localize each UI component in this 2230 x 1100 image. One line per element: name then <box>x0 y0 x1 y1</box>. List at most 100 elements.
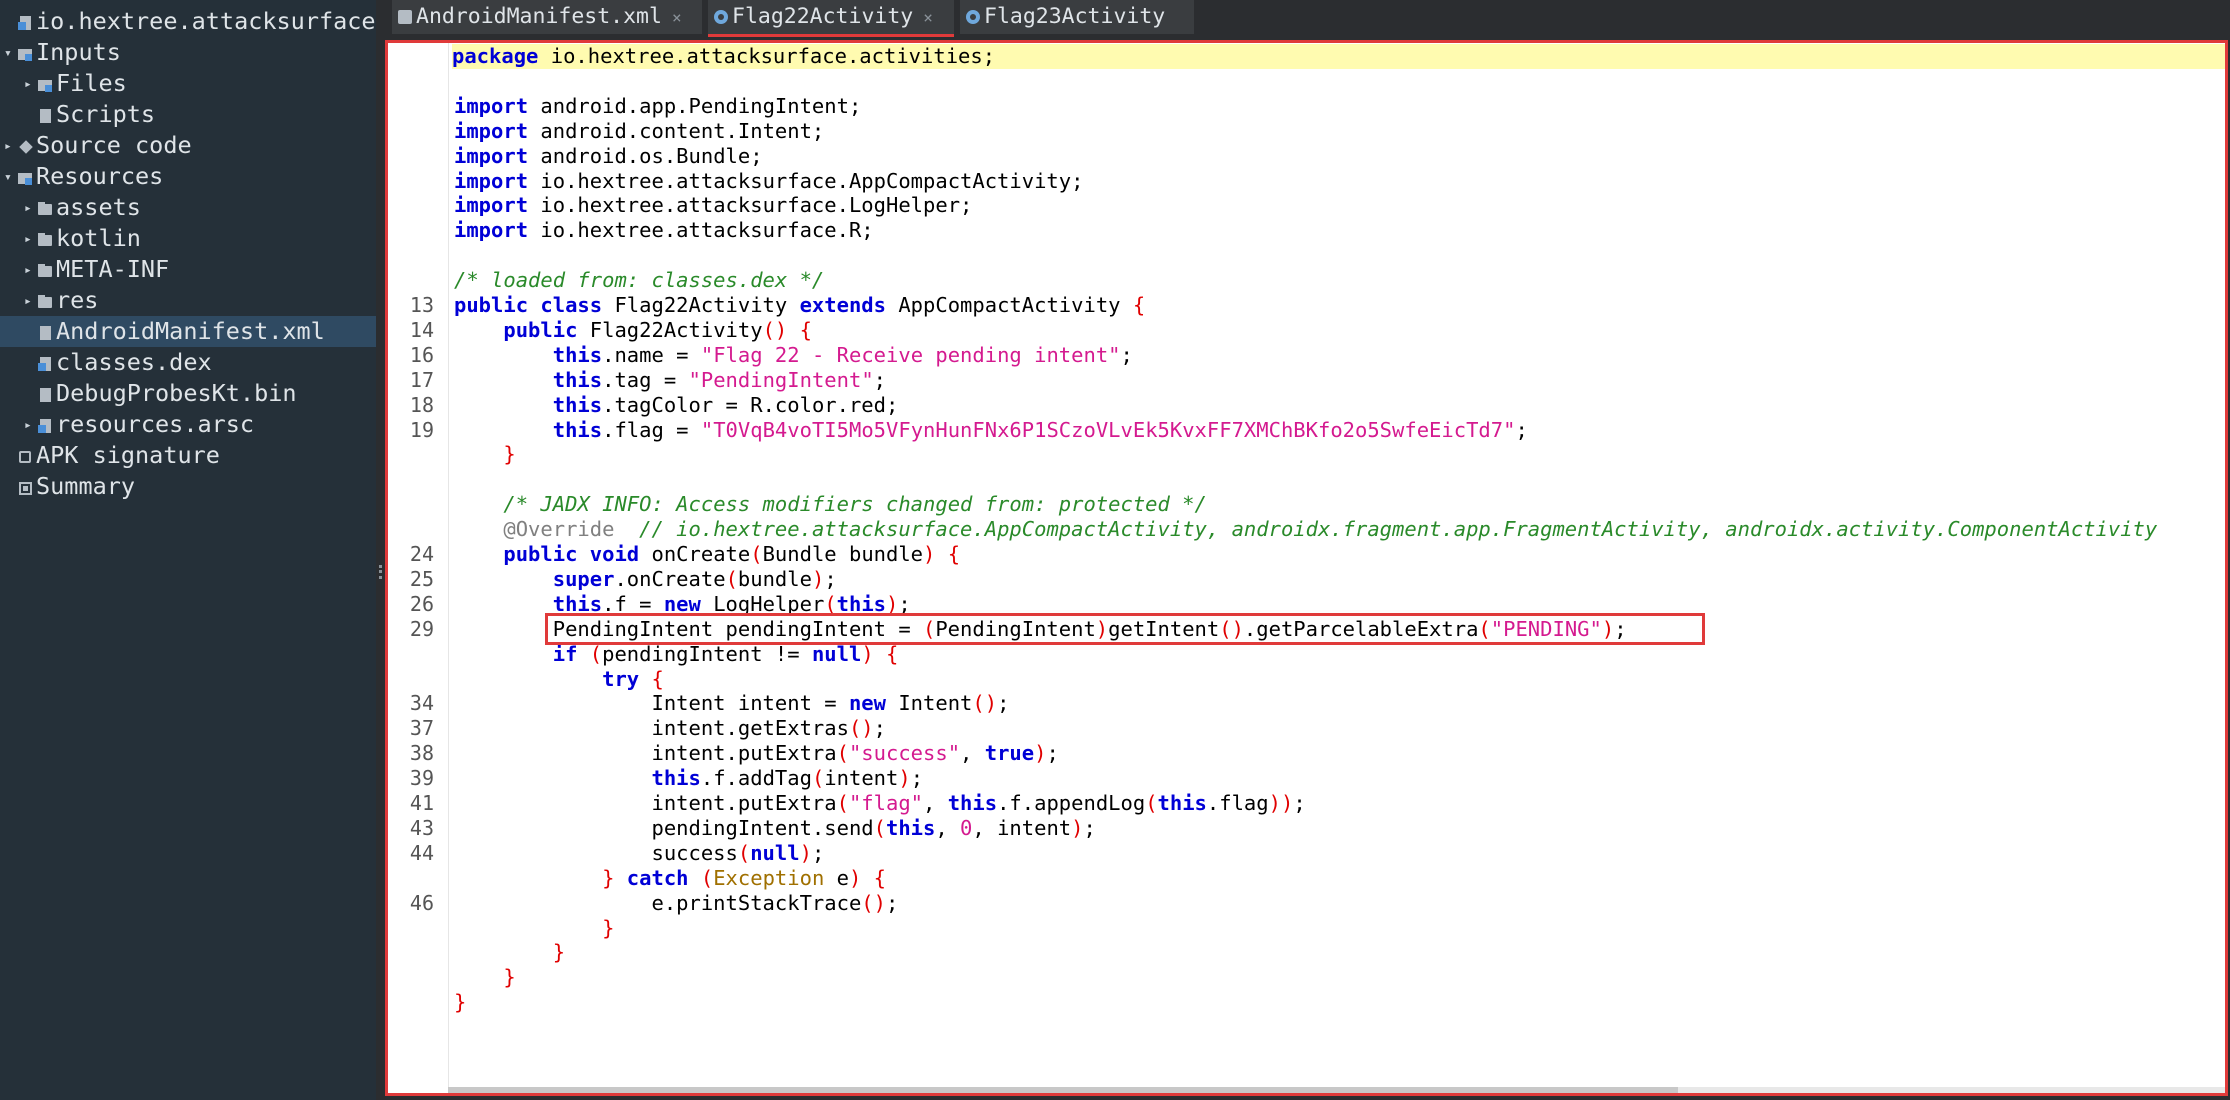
tab-flag23activity[interactable]: Flag23Activity <box>960 0 1194 34</box>
tree-item-inputs[interactable]: ▾ Inputs <box>4 37 121 68</box>
code-line[interactable]: this.tag = "PendingIntent"; <box>454 368 886 393</box>
code-token: () <box>848 716 874 741</box>
code-line[interactable]: /* JADX INFO: Access modifiers changed f… <box>454 492 1207 517</box>
code-line[interactable]: this.flag = "T0VqB4voTI5Mo5VFynHunFNx6P1… <box>454 418 1528 443</box>
line-number: 13 <box>409 293 434 317</box>
code-line[interactable]: import io.hextree.attacksurface.R; <box>454 218 874 243</box>
code-line[interactable]: import android.app.PendingIntent; <box>454 94 861 119</box>
tab-androidmanifest-xml[interactable]: AndroidManifest.xml × <box>392 0 702 34</box>
code-line[interactable]: this.tagColor = R.color.red; <box>454 392 899 418</box>
tree-item-resources-arsc[interactable]: ▸ resources.arsc <box>24 409 254 440</box>
tree-item-label: Scripts <box>56 100 156 128</box>
tree-item-resources[interactable]: ▾ Resources <box>4 161 163 192</box>
code-line[interactable]: if (pendingIntent != null) { <box>454 642 899 667</box>
code-line[interactable]: import io.hextree.attacksurface.AppCompa… <box>454 169 1083 194</box>
code-token: .onCreate <box>614 566 726 591</box>
code-line[interactable]: import io.hextree.attacksurface.LogHelpe… <box>454 193 972 218</box>
tree-item-source-code[interactable]: ▸ Source code <box>4 130 192 161</box>
tree-item-meta-inf[interactable]: ▸ META-INF <box>24 254 169 285</box>
expand-right-icon[interactable]: ▸ <box>24 224 38 255</box>
code-token: .flag = <box>602 417 701 442</box>
code-token: ; <box>811 840 825 865</box>
code-token: this <box>552 392 603 417</box>
code-token: AppCompactActivity <box>898 293 1121 317</box>
code-token: } <box>454 990 467 1015</box>
code-token: "success" <box>848 741 961 766</box>
tree-item-scripts[interactable]: Scripts <box>24 99 155 130</box>
tree-item-summary[interactable]: Summary <box>4 471 135 502</box>
file-icon <box>38 325 54 341</box>
code-line[interactable]: Intent intent = new Intent(); <box>454 691 1009 716</box>
code-line[interactable]: intent.putExtra("flag", this.f.appendLog… <box>454 791 1306 816</box>
tab-flag22activity[interactable]: Flag22Activity × <box>708 0 954 37</box>
code-line[interactable]: } catch (Exception e) { <box>454 866 886 891</box>
code-line[interactable]: pendingIntent.send(this, 0, intent); <box>454 815 1095 841</box>
close-icon[interactable]: × <box>923 8 933 27</box>
tree-item-kotlin[interactable]: ▸ kotlin <box>24 223 141 254</box>
code-token: onCreate <box>651 542 751 566</box>
code-line[interactable]: } <box>454 940 565 965</box>
code-token: import <box>454 93 529 118</box>
code-token: import <box>454 168 529 193</box>
tree-item-label: Source code <box>36 131 192 159</box>
code-line[interactable]: /* loaded from: classes.dex */ <box>454 268 824 293</box>
code-token: intent.putExtra <box>454 741 837 766</box>
code-token: "flag" <box>848 791 924 815</box>
code-line[interactable]: try { <box>454 667 664 692</box>
expand-down-icon[interactable]: ▾ <box>4 162 18 193</box>
expand-right-icon[interactable]: ▸ <box>24 286 38 317</box>
code-line[interactable]: import android.os.Bundle; <box>454 144 763 169</box>
tree-item-io-hextree-attacksurface[interactable]: io.hextree.attacksurface. <box>4 6 376 37</box>
code-token: extends <box>799 293 886 317</box>
tree-item-label: Summary <box>36 472 136 500</box>
code-line[interactable]: import android.content.Intent; <box>454 119 824 144</box>
code-token: import <box>454 193 529 218</box>
code-token: ; <box>1515 417 1528 442</box>
code-line[interactable]: success(null); <box>454 841 824 866</box>
code-token: true <box>984 741 1035 766</box>
tree-item-classes-dex[interactable]: classes.dex <box>24 347 212 378</box>
expand-right-icon[interactable]: ▸ <box>24 69 38 100</box>
code-token: /* JADX INFO: Access modifiers changed f… <box>503 492 1207 517</box>
code-token: this <box>885 815 936 840</box>
expand-right-icon[interactable]: ▸ <box>4 131 18 162</box>
code-token: ; <box>1293 791 1306 815</box>
code-line[interactable]: this.name = "Flag 22 - Receive pending i… <box>454 343 1133 368</box>
code-line[interactable]: public void onCreate(Bundle bundle) { <box>454 542 960 567</box>
code-line[interactable]: @Override // io.hextree.attacksurface.Ap… <box>454 517 2157 542</box>
code-line[interactable]: intent.getExtras(); <box>454 716 886 741</box>
code-line[interactable]: intent.putExtra("success", true); <box>454 741 1058 766</box>
tree-item-label: kotlin <box>56 224 141 252</box>
close-icon[interactable]: × <box>672 8 682 27</box>
code-line[interactable]: package io.hextree.attacksurface.activit… <box>452 44 2225 69</box>
code-token: ( <box>873 815 886 840</box>
expand-right-icon[interactable]: ▸ <box>24 410 38 441</box>
expand-right-icon[interactable]: ▸ <box>24 193 38 224</box>
tree-item-assets[interactable]: ▸ assets <box>24 192 141 223</box>
code-line[interactable]: } <box>454 965 515 990</box>
class-icon <box>714 10 728 24</box>
expand-down-icon[interactable]: ▾ <box>4 38 18 69</box>
tree-item-debugprobeskt-bin[interactable]: DebugProbesKt.bin <box>24 378 297 409</box>
code-editor[interactable]: 13 14 16 17 18 19 24 25 26 29 34 37 38 39 41 43 44 46 pac… <box>385 40 2228 1096</box>
tree-item-apk-signature[interactable]: APK signature <box>4 440 220 471</box>
code-line[interactable]: super.onCreate(bundle); <box>454 567 837 592</box>
code-token: ) <box>811 566 825 591</box>
code-token: package <box>452 44 539 68</box>
code-token: import <box>454 118 529 143</box>
horizontal-scrollbar[interactable] <box>448 1087 2225 1093</box>
code-token: ( <box>836 741 849 766</box>
tree-item-res[interactable]: ▸ res <box>24 285 98 316</box>
code-line[interactable]: } <box>454 442 515 467</box>
expand-right-icon[interactable]: ▸ <box>24 255 38 286</box>
folder-blue-icon <box>18 170 34 186</box>
code-line[interactable]: } <box>454 916 614 941</box>
code-line[interactable]: e.printStackTrace(); <box>454 891 898 916</box>
code-line[interactable]: this.f.addTag(intent); <box>454 766 923 791</box>
tree-item-androidmanifest-xml[interactable]: AndroidManifest.xml <box>0 316 376 347</box>
code-line[interactable]: public class Flag22Activity extends AppC… <box>454 293 1145 318</box>
scrollbar-thumb[interactable] <box>448 1087 1678 1093</box>
code-line[interactable]: public Flag22Activity() { <box>454 318 812 343</box>
code-line[interactable]: } <box>454 990 466 1015</box>
tree-item-files[interactable]: ▸ Files <box>24 68 127 99</box>
